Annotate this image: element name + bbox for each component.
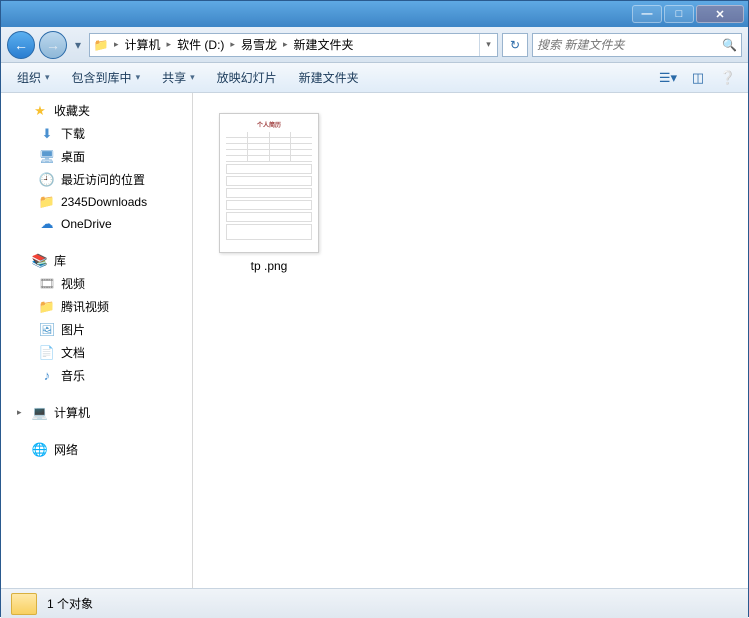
breadcrumb-drive-d[interactable]: 软件 (D:) <box>173 34 228 56</box>
chevron-down-icon: ▾ <box>45 72 50 83</box>
computer-icon: 💻 <box>32 405 48 421</box>
chevron-right-icon[interactable]: ▸ <box>112 39 121 50</box>
status-count: 1 个对象 <box>47 595 93 612</box>
preview-pane-button[interactable]: ◫ <box>686 67 710 89</box>
search-icon[interactable]: 🔍 <box>722 38 737 52</box>
sidebar-computer[interactable]: ▸💻计算机 <box>1 401 192 424</box>
sidebar-favorites[interactable]: ★收藏夹 <box>1 99 192 122</box>
expand-icon: ▸ <box>17 407 26 418</box>
chevron-right-icon[interactable]: ▸ <box>228 39 237 50</box>
folder-icon: 📁 <box>39 194 55 210</box>
library-icon: 📚 <box>32 253 48 269</box>
include-in-library-button[interactable]: 包含到库中▾ <box>64 65 149 90</box>
slideshow-button[interactable]: 放映幻灯片 <box>209 65 285 90</box>
sidebar-item-tencent-video[interactable]: 📁腾讯视频 <box>1 295 192 318</box>
sidebar-libraries[interactable]: 📚库 <box>1 249 192 272</box>
file-item[interactable]: 个人简历 tp .png <box>209 109 329 277</box>
navbar: ← → ▾ 📁 ▸ 计算机 ▸ 软件 (D:) ▸ 易雪龙 ▸ 新建文件夹 ▾ … <box>1 27 748 63</box>
back-button[interactable]: ← <box>7 31 35 59</box>
music-icon: ♪ <box>39 368 55 384</box>
cloud-icon: ☁ <box>39 216 55 232</box>
toolbar: 组织▾ 包含到库中▾ 共享▾ 放映幻灯片 新建文件夹 ☰▾ ◫ ❔ <box>1 63 748 93</box>
video-icon: 🎞 <box>39 276 55 292</box>
organize-button[interactable]: 组织▾ <box>9 65 58 90</box>
sidebar-item-onedrive[interactable]: ☁OneDrive <box>1 213 192 235</box>
minimize-button[interactable]: — <box>632 5 662 23</box>
file-thumbnail: 个人简历 <box>219 113 319 253</box>
sidebar-item-downloads[interactable]: ⬇下载 <box>1 122 192 145</box>
folder-icon: 📁 <box>39 299 55 315</box>
sidebar-item-videos[interactable]: 🎞视频 <box>1 272 192 295</box>
new-folder-button[interactable]: 新建文件夹 <box>291 65 367 90</box>
sidebar-item-pictures[interactable]: 🖼图片 <box>1 318 192 341</box>
view-options-button[interactable]: ☰▾ <box>656 67 680 89</box>
network-icon: 🌐 <box>32 442 48 458</box>
navigation-pane: ★收藏夹 ⬇下载 🖥桌面 🕘最近访问的位置 📁2345Downloads ☁On… <box>1 93 193 588</box>
chevron-down-icon: ▾ <box>190 72 195 83</box>
search-box[interactable]: 🔍 <box>532 33 742 57</box>
sidebar-item-recent[interactable]: 🕘最近访问的位置 <box>1 168 192 191</box>
share-button[interactable]: 共享▾ <box>154 65 203 90</box>
breadcrumb-folder-2[interactable]: 新建文件夹 <box>289 34 357 56</box>
documents-icon: 📄 <box>39 345 55 361</box>
breadcrumb-folder-1[interactable]: 易雪龙 <box>237 34 281 56</box>
folder-icon: 📁 <box>90 38 112 52</box>
pictures-icon: 🖼 <box>39 322 55 338</box>
star-icon: ★ <box>32 103 48 119</box>
maximize-button[interactable]: □ <box>664 5 694 23</box>
search-input[interactable] <box>537 38 722 52</box>
download-icon: ⬇ <box>39 126 55 142</box>
chevron-down-icon: ▾ <box>136 72 141 83</box>
address-dropdown[interactable]: ▾ <box>479 34 497 56</box>
sidebar-item-documents[interactable]: 📄文档 <box>1 341 192 364</box>
sidebar-item-2345downloads[interactable]: 📁2345Downloads <box>1 191 192 213</box>
sidebar-network[interactable]: 🌐网络 <box>1 438 192 461</box>
chevron-right-icon[interactable]: ▸ <box>281 39 290 50</box>
sidebar-item-desktop[interactable]: 🖥桌面 <box>1 145 192 168</box>
chevron-right-icon[interactable]: ▸ <box>165 39 174 50</box>
file-list[interactable]: 个人简历 tp .png <box>193 93 748 588</box>
sidebar-item-music[interactable]: ♪音乐 <box>1 364 192 387</box>
breadcrumb-computer[interactable]: 计算机 <box>121 34 165 56</box>
titlebar: — □ ✕ <box>1 1 748 27</box>
desktop-icon: 🖥 <box>39 149 55 165</box>
folder-icon <box>11 593 37 615</box>
help-button[interactable]: ❔ <box>716 67 740 89</box>
forward-button[interactable]: → <box>39 31 67 59</box>
refresh-button[interactable]: ↻ <box>502 33 528 57</box>
nav-history-dropdown[interactable]: ▾ <box>71 38 85 52</box>
close-button[interactable]: ✕ <box>696 5 744 23</box>
address-bar[interactable]: 📁 ▸ 计算机 ▸ 软件 (D:) ▸ 易雪龙 ▸ 新建文件夹 ▾ <box>89 33 498 57</box>
status-bar: 1 个对象 <box>1 588 748 618</box>
recent-icon: 🕘 <box>39 172 55 188</box>
file-name: tp .png <box>251 259 288 273</box>
